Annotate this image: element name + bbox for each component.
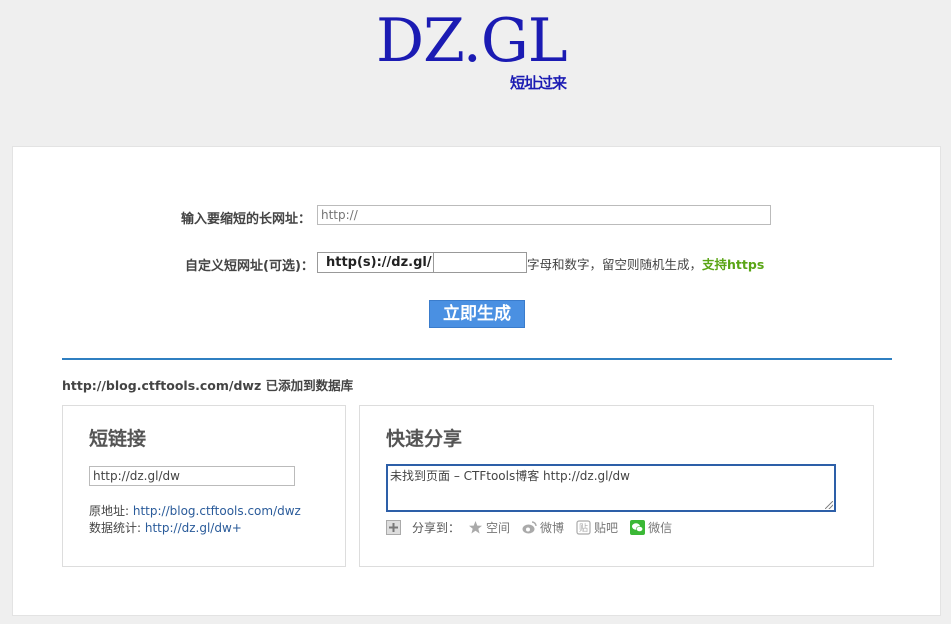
- share-qzone-label: 空间: [486, 520, 511, 535]
- qzone-star-icon: [469, 520, 483, 533]
- share-to-label: 分享到：: [412, 520, 461, 535]
- stats-link[interactable]: http://dz.gl/dw+: [145, 521, 242, 535]
- share-more-button[interactable]: [386, 519, 404, 535]
- wechat-icon: [630, 519, 646, 535]
- svg-text:贴: 贴: [579, 522, 588, 534]
- share-bar: 分享到： 空间 微博 贴 贴吧 微信: [386, 518, 684, 536]
- status-message: http://blog.ctftools.com/dwz 已添加到数据库: [62, 378, 354, 393]
- stats-info: 数据统计: http://dz.gl/dw+: [89, 519, 242, 536]
- https-support-text: 支持https: [702, 257, 765, 272]
- custom-url-field[interactable]: http(s)://dz.gl/: [317, 252, 527, 273]
- share-wechat-label: 微信: [648, 520, 673, 535]
- generate-button[interactable]: 立即生成: [429, 300, 525, 328]
- main-card: 输入要缩短的长网址： 自定义短网址(可选)： http(s)://dz.gl/ …: [12, 146, 941, 616]
- share-tieba-label: 贴吧: [594, 520, 619, 535]
- logo-subtitle: 短址过来: [510, 74, 567, 92]
- share-panel: 快速分享 未找到页面 – CTFtools博客 http://dz.gl/dw …: [359, 405, 874, 567]
- custom-url-prefix: http(s)://dz.gl/: [318, 253, 434, 272]
- resize-grip-icon[interactable]: [825, 501, 833, 509]
- long-url-label: 输入要缩短的长网址：: [181, 212, 312, 227]
- short-link-title: 短链接: [89, 428, 147, 450]
- share-textarea[interactable]: 未找到页面 – CTFtools博客 http://dz.gl/dw: [386, 464, 836, 512]
- custom-url-hint-text: 字母和数字，留空则随机生成，: [527, 257, 703, 272]
- divider: [62, 358, 892, 360]
- short-url-field[interactable]: http://dz.gl/dw: [89, 466, 295, 486]
- share-text: 未找到页面 – CTFtools博客 http://dz.gl/dw: [390, 469, 630, 483]
- origin-label: 原地址:: [89, 504, 133, 518]
- plus-box-icon: [386, 519, 401, 535]
- stats-label: 数据统计:: [89, 521, 145, 535]
- share-tieba[interactable]: 贴 贴吧: [576, 519, 618, 536]
- custom-url-hint: 字母和数字，留空则随机生成，支持https: [527, 254, 764, 273]
- origin-link[interactable]: http://blog.ctftools.com/dwz: [133, 504, 301, 518]
- share-title: 快速分享: [386, 428, 463, 450]
- logo[interactable]: DZ.GL: [376, 6, 568, 76]
- long-url-input[interactable]: [317, 205, 771, 225]
- weibo-icon: [522, 520, 537, 533]
- custom-url-label: 自定义短网址(可选)：: [185, 259, 314, 274]
- share-weibo[interactable]: 微博: [522, 519, 564, 536]
- header: DZ.GL 短址过来: [0, 0, 951, 120]
- origin-info: 原地址: http://blog.ctftools.com/dwz: [89, 502, 301, 519]
- share-weibo-label: 微博: [540, 520, 565, 535]
- tieba-icon: 贴: [576, 519, 591, 535]
- short-link-panel: 短链接 http://dz.gl/dw 原地址: http://blog.ctf…: [62, 405, 346, 567]
- share-wechat[interactable]: 微信: [630, 519, 672, 536]
- share-qzone[interactable]: 空间: [468, 519, 510, 536]
